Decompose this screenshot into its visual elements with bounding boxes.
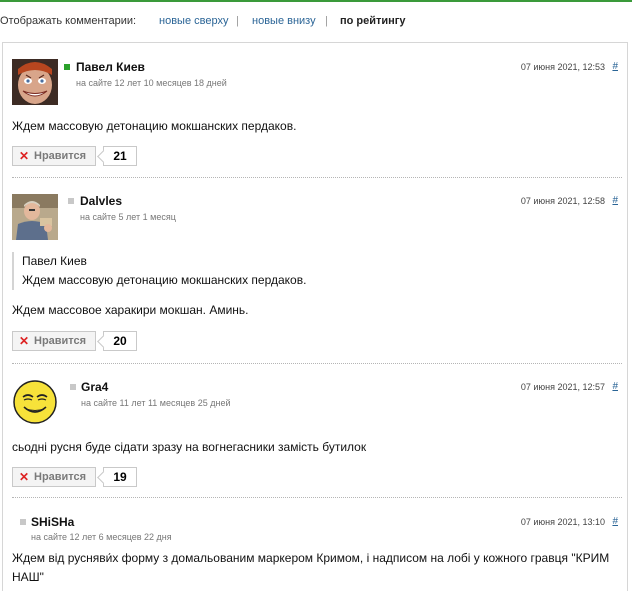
- comment-date: 07 июня 2021, 13:10: [520, 517, 605, 527]
- rating-count: 21: [103, 146, 137, 166]
- comment-date: 07 июня 2021, 12:58: [520, 196, 605, 206]
- comment-author[interactable]: Dalvles: [80, 194, 122, 208]
- quote-author: Павел Киев: [22, 254, 87, 268]
- online-status-icon: [70, 384, 76, 390]
- sort-separator: |: [236, 15, 239, 27]
- like-button-label: Нравится: [34, 471, 87, 483]
- avatar[interactable]: [12, 379, 58, 425]
- cross-icon: ✕: [19, 334, 30, 348]
- quoted-comment: Павел Киев Ждем массовую детонацию мокша…: [12, 252, 306, 290]
- cross-icon: ✕: [19, 470, 30, 484]
- online-status-icon: [20, 519, 26, 525]
- like-button[interactable]: ✕ Нравится: [12, 331, 96, 351]
- sort-by-rating-option[interactable]: по рейтингу: [340, 15, 406, 27]
- sort-label: Отображать комментарии:: [0, 15, 137, 27]
- member-since: на сайте 12 лет 6 месяцев 22 дня: [31, 532, 172, 542]
- comment-text: Ждем від русняви́х форму з домальованим …: [12, 551, 610, 584]
- comment-date: 07 июня 2021, 12:53: [520, 62, 605, 72]
- like-button-label: Нравится: [34, 150, 87, 162]
- comment-divider: [12, 177, 622, 178]
- rating-count: 19: [103, 467, 137, 487]
- avatar[interactable]: [12, 59, 58, 105]
- like-button[interactable]: ✕ Нравится: [12, 467, 96, 487]
- quote-text: Ждем массовую детонацию мокшанских перда…: [22, 273, 307, 287]
- comment-text: Ждем массовое харакири мокшан. Аминь.: [12, 303, 249, 317]
- online-status-icon: [64, 64, 70, 70]
- rating-count: 20: [103, 331, 137, 351]
- top-accent-line: [0, 0, 632, 2]
- sort-separator: |: [325, 15, 328, 27]
- comment-divider: [12, 363, 622, 364]
- comment-permalink[interactable]: #: [612, 381, 618, 392]
- like-button[interactable]: ✕ Нравится: [12, 146, 96, 166]
- sort-newest-first-link[interactable]: новые сверху: [159, 15, 228, 27]
- comment-author[interactable]: Павел Киев: [76, 60, 145, 74]
- member-since: на сайте 11 лет 11 месяцев 25 дней: [81, 398, 231, 408]
- member-since: на сайте 12 лет 10 месяцев 18 дней: [76, 78, 227, 88]
- comment-text: Ждем массовую детонацию мокшанских перда…: [12, 119, 297, 133]
- like-button-label: Нравится: [34, 335, 87, 347]
- online-status-icon: [68, 198, 74, 204]
- comments-list: Павел Киев на сайте 12 лет 10 месяцев 18…: [2, 42, 628, 591]
- comment-author[interactable]: SHiSHa: [31, 515, 74, 529]
- comment-date: 07 июня 2021, 12:57: [520, 382, 605, 392]
- comment-permalink[interactable]: #: [612, 195, 618, 206]
- comment-divider: [12, 497, 622, 498]
- comment-text: сьодні русня буде сідати зразу на вогнег…: [12, 440, 367, 454]
- avatar[interactable]: [12, 194, 58, 240]
- member-since: на сайте 5 лет 1 месяц: [80, 212, 176, 222]
- sort-newest-last-link[interactable]: новые внизу: [252, 15, 316, 27]
- comment-permalink[interactable]: #: [612, 61, 618, 72]
- comment-author[interactable]: Gra4: [81, 380, 108, 394]
- cross-icon: ✕: [19, 149, 30, 163]
- comment-permalink[interactable]: #: [612, 516, 618, 527]
